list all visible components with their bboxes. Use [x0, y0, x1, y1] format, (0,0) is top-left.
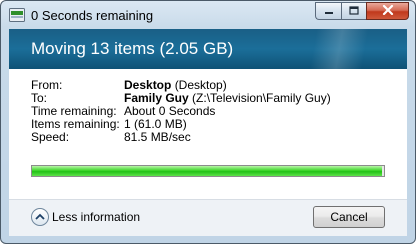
less-information-label: Less information — [52, 210, 141, 224]
window-title: 0 Seconds remaining — [31, 8, 154, 23]
to-detail: (Z:\Television\Family Guy) — [192, 91, 331, 105]
close-button[interactable] — [366, 2, 409, 20]
progress-fill — [32, 166, 383, 176]
details-panel: From: Desktop (Desktop) To: Family Guy (… — [9, 69, 407, 199]
speed-value: 81.5 MB/sec — [124, 130, 191, 144]
less-information-toggle[interactable]: Less information — [31, 208, 140, 226]
caption-buttons — [315, 2, 409, 20]
progress-header: Moving 13 items (2.05 GB) — [9, 29, 407, 69]
copy-progress-icon — [9, 8, 25, 22]
from-detail: (Desktop) — [174, 78, 227, 92]
maximize-button[interactable] — [341, 2, 366, 20]
maximize-icon — [349, 2, 359, 20]
minimize-icon — [324, 2, 334, 20]
close-icon — [382, 2, 394, 20]
copy-progress-window: 0 Seconds remaining Moving 13 items (2.0… — [0, 0, 416, 244]
header-title: Moving 13 items (2.05 GB) — [31, 39, 234, 58]
dialog-footer: Less information Cancel — [9, 199, 407, 236]
to-name: Family Guy — [124, 91, 189, 105]
header-shine — [267, 29, 407, 69]
from-name: Desktop — [124, 78, 172, 92]
title-bar[interactable]: 0 Seconds remaining — [1, 1, 415, 29]
progress-bar — [31, 165, 385, 177]
cancel-button[interactable]: Cancel — [313, 206, 385, 228]
speed-label: Speed: — [31, 130, 70, 144]
chevron-up-icon — [31, 208, 49, 226]
minimize-button[interactable] — [315, 2, 341, 20]
